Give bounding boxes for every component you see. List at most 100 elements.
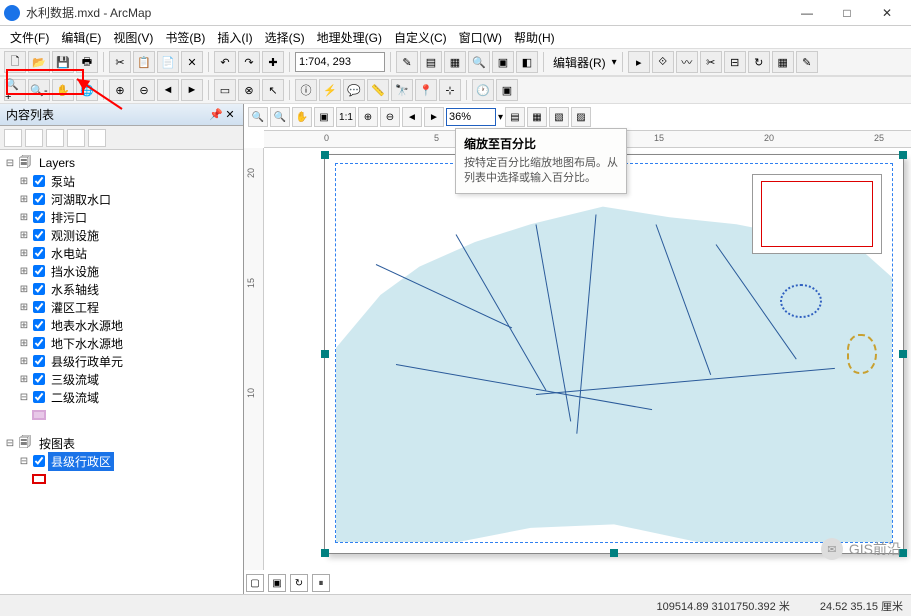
- toc-pin-icon[interactable]: 📌: [209, 108, 223, 121]
- cut-button[interactable]: ✂: [109, 51, 131, 73]
- scale-input[interactable]: [295, 52, 385, 72]
- toc-tree[interactable]: ⊟🗐Layers ⊞泵站 ⊞河湖取水口 ⊞排污口 ⊞观测设施 ⊞水电站 ⊞挡水设…: [0, 150, 243, 594]
- refresh-view[interactable]: ↻: [290, 574, 308, 592]
- layers-root[interactable]: ⊟🗐Layers: [4, 154, 239, 172]
- edit-tool[interactable]: ▸: [628, 51, 650, 73]
- layout-fixedzoomin[interactable]: ⊕: [358, 107, 378, 127]
- hyperlink-button[interactable]: ⚡: [319, 79, 341, 101]
- editor-toolbar-btn[interactable]: ✎: [396, 51, 418, 73]
- layout-zoomout[interactable]: 🔍: [270, 107, 290, 127]
- menu-edit[interactable]: 编辑(E): [55, 29, 107, 46]
- rotate[interactable]: ↻: [748, 51, 770, 73]
- min-button[interactable]: —: [787, 0, 827, 26]
- layer-item[interactable]: ⊞挡水设施: [4, 262, 239, 280]
- model-button[interactable]: ◧: [516, 51, 538, 73]
- menu-file[interactable]: 文件(F): [4, 29, 55, 46]
- menu-help[interactable]: 帮助(H): [508, 29, 561, 46]
- select-features[interactable]: ▭: [214, 79, 236, 101]
- focus-frame[interactable]: ▦: [527, 107, 547, 127]
- menu-view[interactable]: 视图(V): [107, 29, 159, 46]
- layer-item[interactable]: ⊞河湖取水口: [4, 190, 239, 208]
- layer-checkbox[interactable]: [33, 319, 45, 331]
- data-driven[interactable]: ▨: [571, 107, 591, 127]
- layer-checkbox[interactable]: [33, 455, 45, 467]
- layer-item[interactable]: ⊞灌区工程: [4, 298, 239, 316]
- layer-item[interactable]: ⊞泵站: [4, 172, 239, 190]
- search-button[interactable]: 🔍: [468, 51, 490, 73]
- editor-label[interactable]: 编辑器(R): [549, 54, 610, 71]
- layout-prev[interactable]: ◄: [402, 107, 422, 127]
- split[interactable]: ⊟: [724, 51, 746, 73]
- change-layout[interactable]: ▧: [549, 107, 569, 127]
- layer-item[interactable]: ⊞排污口: [4, 208, 239, 226]
- layer-checkbox[interactable]: [33, 337, 45, 349]
- time-slider[interactable]: 🕐: [472, 79, 494, 101]
- list-by-visibility[interactable]: [46, 129, 64, 147]
- resize-handle[interactable]: [321, 549, 329, 557]
- layer-item[interactable]: ⊞水电站: [4, 244, 239, 262]
- table-symbol[interactable]: [4, 470, 239, 488]
- resize-handle[interactable]: [321, 151, 329, 159]
- layer-checkbox[interactable]: [33, 373, 45, 385]
- layer-checkbox[interactable]: [33, 211, 45, 223]
- toc-button[interactable]: ▤: [420, 51, 442, 73]
- list-by-source[interactable]: [25, 129, 43, 147]
- identify-button[interactable]: ⓘ: [295, 79, 317, 101]
- layer-item[interactable]: ⊞县级行政单元: [4, 352, 239, 370]
- resize-handle[interactable]: [610, 549, 618, 557]
- tables-root[interactable]: ⊟🗐按图表: [4, 434, 239, 452]
- menu-insert[interactable]: 插入(I): [211, 29, 258, 46]
- cut-poly[interactable]: ✂: [700, 51, 722, 73]
- prev-extent[interactable]: ◄: [157, 79, 179, 101]
- copy-button[interactable]: 📋: [133, 51, 155, 73]
- html-popup[interactable]: 💬: [343, 79, 365, 101]
- map-frame[interactable]: [335, 163, 893, 543]
- list-by-selection[interactable]: [67, 129, 85, 147]
- redo-button[interactable]: ↷: [238, 51, 260, 73]
- python-button[interactable]: ▣: [492, 51, 514, 73]
- editor-dropdown-icon[interactable]: ▾: [612, 57, 617, 68]
- pause-drawing[interactable]: ⏸: [312, 574, 330, 592]
- options[interactable]: [88, 129, 106, 147]
- menu-selection[interactable]: 选择(S): [259, 29, 311, 46]
- reshape[interactable]: 〰: [676, 51, 698, 73]
- goto-xy[interactable]: ⊹: [439, 79, 461, 101]
- measure-button[interactable]: 📏: [367, 79, 389, 101]
- layer-item[interactable]: ⊞观测设施: [4, 226, 239, 244]
- zoom-percent-dropdown-icon[interactable]: ▾: [498, 112, 503, 123]
- layout-whole[interactable]: ▣: [314, 107, 334, 127]
- layer-item[interactable]: ⊞地下水水源地: [4, 334, 239, 352]
- layer-item[interactable]: ⊞地表水水源地: [4, 316, 239, 334]
- paste-button[interactable]: 📄: [157, 51, 179, 73]
- menu-customize[interactable]: 自定义(C): [388, 29, 453, 46]
- max-button[interactable]: □: [827, 0, 867, 26]
- toggle-draft[interactable]: ▤: [505, 107, 525, 127]
- layer-checkbox[interactable]: [33, 229, 45, 241]
- data-view-tab[interactable]: ▢: [246, 574, 264, 592]
- zoom-percent-input[interactable]: [446, 108, 496, 126]
- layout-fixedzoomout[interactable]: ⊖: [380, 107, 400, 127]
- layout-zoomin[interactable]: 🔍: [248, 107, 268, 127]
- create-viewer[interactable]: ▣: [496, 79, 518, 101]
- layer-checkbox[interactable]: [33, 247, 45, 259]
- layer-checkbox[interactable]: [33, 391, 45, 403]
- resize-handle[interactable]: [321, 350, 329, 358]
- layer-symbol[interactable]: [4, 406, 239, 424]
- layer-checkbox[interactable]: [33, 175, 45, 187]
- undo-button[interactable]: ↶: [214, 51, 236, 73]
- layout-canvas[interactable]: [264, 148, 911, 570]
- add-data-button[interactable]: ✚: [262, 51, 284, 73]
- layer-checkbox[interactable]: [33, 193, 45, 205]
- clear-selection[interactable]: ⊗: [238, 79, 260, 101]
- next-extent[interactable]: ►: [181, 79, 203, 101]
- menu-geoprocessing[interactable]: 地理处理(G): [311, 29, 388, 46]
- sketch[interactable]: ✎: [796, 51, 818, 73]
- attributes[interactable]: ▦: [772, 51, 794, 73]
- edit-vertices[interactable]: ⟐: [652, 51, 674, 73]
- layer-checkbox[interactable]: [33, 283, 45, 295]
- select-elements[interactable]: ↖: [262, 79, 284, 101]
- layout-page[interactable]: [324, 154, 904, 554]
- layout-view-tab[interactable]: ▣: [268, 574, 286, 592]
- close-button[interactable]: ✕: [867, 0, 907, 26]
- inset-map[interactable]: [752, 174, 882, 254]
